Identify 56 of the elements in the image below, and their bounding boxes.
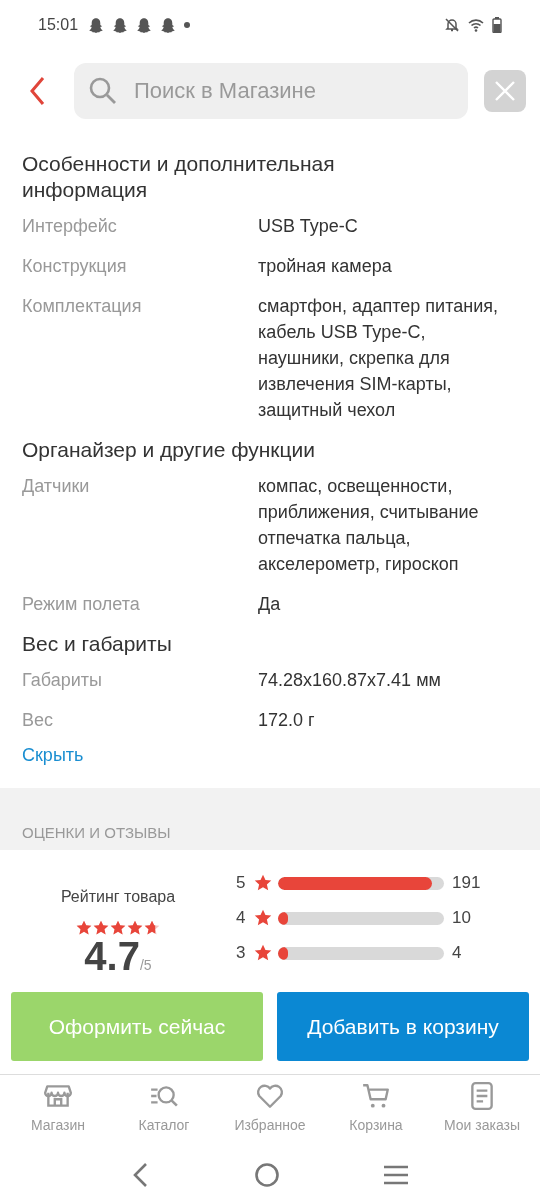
rating-label: Рейтинг товара — [60, 888, 176, 907]
spec-value: тройная камера — [258, 255, 393, 279]
ghost-icon — [112, 16, 129, 33]
status-time: 15:01 — [38, 15, 79, 34]
spec-label: Вес — [22, 709, 55, 733]
nav-tab[interactable]: Магазин — [8, 1080, 108, 1151]
spec-value: компас, освещенности, приближения, считывание отпечатка пальца, акселерометр, гироскоп — [258, 475, 480, 577]
spec-label: Комплектация — [22, 295, 143, 319]
ghost-icon — [136, 16, 153, 33]
star-icon — [76, 920, 92, 937]
spec-value: USB Type-C — [258, 215, 359, 239]
battery-icon — [492, 16, 502, 33]
spec-label: Габариты — [22, 669, 103, 693]
ghost-icon — [88, 16, 105, 33]
spec-value: смартфон, адаптер питания, кабель USB Type-C, наушники, скрепка для извлечения SIM-карты, защитный чехол — [258, 295, 499, 423]
wifi-icon — [468, 16, 484, 33]
review-count: 10 — [452, 908, 471, 929]
dot-icon — [184, 21, 191, 28]
star-icon — [254, 909, 272, 928]
star-icon — [93, 920, 109, 937]
close-icon — [494, 80, 516, 103]
star-icon — [254, 874, 272, 893]
star-number: 3 — [236, 943, 247, 964]
spec-value: Да — [258, 593, 282, 617]
star-icon — [254, 944, 272, 963]
section-heading: Вес и габариты — [22, 631, 173, 658]
review-count: 191 — [452, 873, 481, 894]
spec-value: 172.0 г — [258, 709, 316, 733]
review-count: 4 — [452, 943, 462, 964]
section-heading: Органайзер и другие функции — [22, 437, 316, 464]
spec-label: Датчики — [22, 475, 91, 499]
spec-label: Конструкция — [22, 255, 128, 279]
section-heading: Особенности и дополнительная информация — [22, 151, 336, 204]
star-number: 5 — [236, 873, 247, 894]
nav-tab[interactable]: Избранное — [220, 1080, 320, 1151]
nav-tab[interactable]: Мои заказы — [432, 1080, 532, 1151]
hide-link[interactable]: Скрыть — [22, 742, 84, 769]
rating-max: /5 — [139, 957, 152, 974]
star-icon — [127, 920, 143, 937]
rating-value: 4.7 — [84, 934, 140, 979]
spec-label: Интерфейс — [22, 215, 118, 239]
menu-icon[interactable] — [382, 1164, 409, 1187]
star-number: 4 — [236, 908, 247, 929]
section-title: ОЦЕНКИ И ОТЗЫВЫ — [22, 823, 171, 841]
add-to-cart-button[interactable]: Добавить в корзину — [277, 992, 529, 1062]
ghost-icon — [160, 16, 177, 33]
star-icon — [144, 920, 160, 937]
checkout-button[interactable]: Оформить сейчас — [11, 992, 263, 1062]
spec-label: Режим полета — [22, 593, 141, 617]
nav-tab[interactable]: Каталог — [114, 1080, 214, 1151]
home-icon[interactable] — [254, 1162, 280, 1189]
spec-value: 74.28x160.87x7.41 мм — [258, 669, 442, 693]
bell-off-icon — [444, 16, 460, 33]
search-field[interactable]: Поиск в Магазине — [74, 63, 468, 120]
star-icon — [110, 920, 126, 937]
nav-tab[interactable]: Корзина — [326, 1080, 426, 1151]
